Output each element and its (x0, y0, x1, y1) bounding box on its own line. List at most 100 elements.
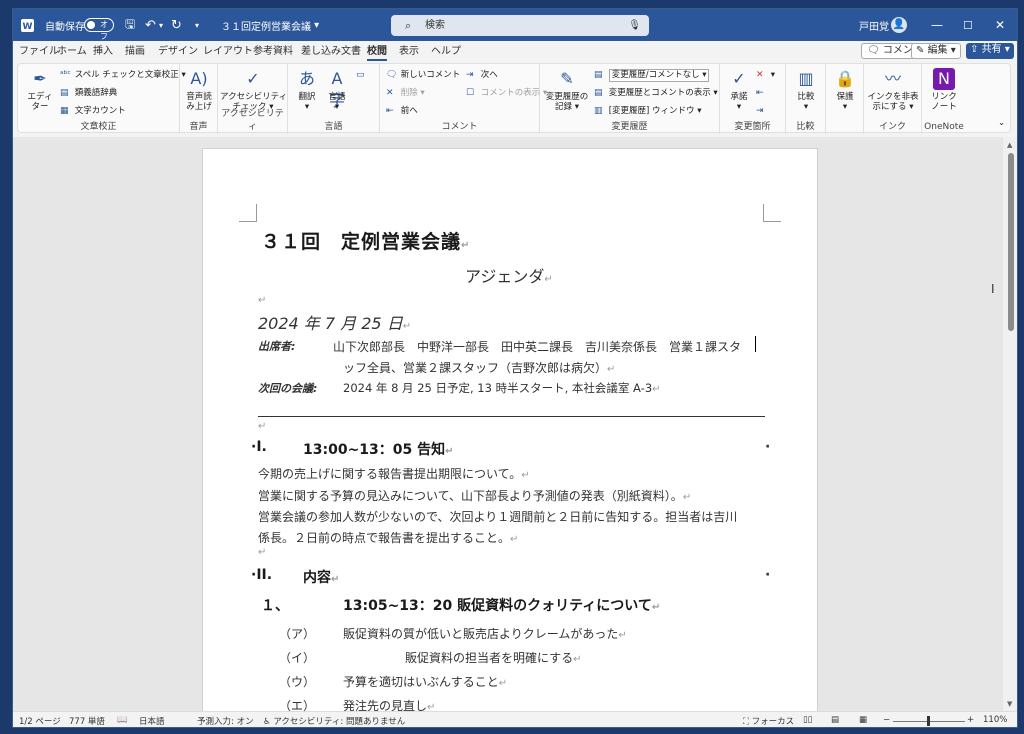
group-proofing: ✒ エディ ター ᵃᵇᶜ スペル チェックと文章校正 ▾ ▤ 類義語辞典 ▦ 文字… (18, 64, 186, 134)
accept-button[interactable]: ✓ 承諾 ▾ (724, 68, 754, 112)
editing-mode-button[interactable]: ✎ 編集 ▾ (911, 43, 961, 59)
word-window: W 自動保存 オフ 🖫 ↶ ▾ ↻ ▾ ３１回定例営業会議 ▾ ⌕ 検索 🎙 戸… (12, 8, 1018, 728)
previous-comment-button[interactable]: ⇤ 前へ (386, 104, 418, 118)
document-area: ３１回 定例営業会議↵ アジェンダ↵ ↵ 2024 年 7 月 25 日↵ 出席… (13, 137, 1003, 712)
user-name[interactable]: 戸田覚 (859, 9, 889, 41)
protect-button[interactable]: 🔒 保護 ▾ (830, 68, 860, 112)
editor-button[interactable]: ✒ エディ ター (22, 68, 58, 112)
show-markup-button[interactable]: ▤ 変更履歴とコメントの表示 ▾ (594, 86, 718, 100)
crop-mark (763, 204, 781, 222)
tab-layout[interactable]: レイアウト (203, 45, 253, 61)
delete-comment-button[interactable]: ✕ 削除 ▾ (386, 86, 425, 100)
undo-dropdown-icon[interactable]: ▾ (159, 9, 163, 41)
scroll-up-icon[interactable]: ▲ (1007, 141, 1012, 149)
web-layout-icon[interactable]: ▦ (859, 715, 867, 725)
reviewing-pane-button[interactable]: ▥ [変更履歴] ウィンドウ ▾ (594, 104, 702, 118)
word-count-button[interactable]: ▦ 文字カウント (60, 104, 126, 118)
word-count[interactable]: 777 単語 (69, 715, 105, 727)
linked-notes-button[interactable]: N リンク ノート (926, 68, 962, 112)
zoom-level[interactable]: 110% (983, 715, 1007, 725)
tab-design[interactable]: デザイン (158, 45, 198, 61)
next-change-icon[interactable]: ⇥ (756, 104, 768, 118)
scrollbar-thumb[interactable] (1008, 153, 1014, 331)
language-status[interactable]: 日本語 (139, 715, 165, 727)
read-mode-icon[interactable]: ▯▯ (803, 715, 812, 725)
compare-button[interactable]: ▥ 比較 ▾ (790, 68, 822, 112)
accessibility-status[interactable]: ♿ アクセシビリティ: 問題ありません (263, 715, 405, 727)
new-comment-button[interactable]: 🗨 新しいコメント (386, 68, 460, 82)
tab-references[interactable]: 参考資料 (253, 45, 293, 61)
print-layout-icon[interactable]: ▤ (831, 715, 839, 725)
group-label-changes: 変更箇所 (734, 122, 771, 132)
undo-icon[interactable]: ↶ (145, 9, 156, 41)
group-label-speech: 音声 (189, 122, 208, 132)
language-button[interactable]: A字 言語 ▾ (322, 68, 352, 112)
previous-change-icon[interactable]: ⇤ (756, 86, 768, 100)
hide-ink-button[interactable]: 〰インクを非表 示にする ▾ (866, 68, 920, 112)
subsection-heading: 13:05~13：20 販促資料のクォリティについて↵ (343, 598, 661, 614)
redo-icon[interactable]: ↻ (171, 9, 182, 41)
tab-file[interactable]: ファイル (19, 45, 59, 61)
group-label-accessibility: アクセシビリティ (221, 109, 284, 132)
zoom-out-icon[interactable]: − (883, 715, 890, 725)
next-comment-button[interactable]: ⇥ 次へ (466, 68, 498, 82)
reject-icon[interactable]: ✕ ▾ (756, 68, 775, 82)
focus-mode-button[interactable]: ⛶ フォーカス (743, 715, 794, 727)
share-button[interactable]: ⇪ 共有 ▾ (966, 43, 1014, 59)
proofing-status-icon[interactable]: 📖 (117, 715, 128, 725)
group-label-proofing: 文章校正 (80, 122, 117, 132)
doc-subtitle: アジェンダ↵ (465, 267, 553, 286)
attendees-line2: ッフ全員、営業２課スタッフ（吉野次郎は病欠）↵ (343, 361, 616, 375)
keep-marker: · (765, 567, 771, 583)
autosave-toggle[interactable]: オフ (84, 9, 114, 41)
item-mark: （イ） (279, 651, 316, 665)
scroll-down-icon[interactable]: ▼ (1007, 700, 1012, 708)
maximize-icon[interactable]: ☐ (963, 9, 973, 41)
crop-mark (239, 204, 257, 222)
translate-button[interactable]: あ翻訳 ▾ (292, 68, 322, 112)
tab-home[interactable]: ホーム (57, 45, 87, 61)
group-protect: 🔒 保護 ▾ (826, 64, 864, 134)
zoom-in-icon[interactable]: + (967, 715, 974, 725)
show-markup-icon: ▤ (594, 88, 603, 98)
tab-help[interactable]: ヘルプ (431, 45, 461, 61)
zoom-slider-thumb[interactable] (927, 716, 930, 726)
next-meeting-value: 2024 年 8 月 25 日予定, 13 時半スタート, 本社会議室 A-3↵ (343, 381, 661, 395)
ribbon: ✒ エディ ター ᵃᵇᶜ スペル チェックと文章校正 ▾ ▤ 類義語辞典 ▦ 文字… (17, 63, 1011, 134)
track-changes-button[interactable]: ✎ 変更履歴の 記録 ▾ (544, 68, 590, 112)
minimize-icon[interactable]: — (931, 9, 943, 41)
spelling-button[interactable]: ᵃᵇᶜ スペル チェックと文章校正 ▾ (60, 68, 186, 82)
vertical-scrollbar[interactable]: ▲ ▼ (1003, 137, 1017, 712)
show-comments-button[interactable]: ☐ コメントの表示 ▾ (466, 86, 547, 100)
close-icon[interactable]: ✕ (995, 9, 1005, 41)
thesaurus-button[interactable]: ▤ 類義語辞典 (60, 86, 117, 100)
customize-qat-icon[interactable]: ▾ (195, 9, 199, 41)
item-text: 発注先の見直し↵ (343, 699, 436, 712)
text-cursor (755, 336, 756, 352)
read-aloud-button[interactable]: A) 音声読 み上げ (182, 68, 216, 112)
tab-insert[interactable]: 挿入 (93, 45, 113, 61)
collapse-ribbon-icon[interactable]: ⌄ (998, 116, 1005, 130)
document-page[interactable]: ３１回 定例営業会議↵ アジェンダ↵ ↵ 2024 年 7 月 25 日↵ 出席… (202, 148, 818, 712)
text-prediction-status[interactable]: 予測入力: オン (197, 715, 254, 727)
section1-number: ·I. (251, 439, 267, 455)
microphone-icon[interactable]: 🎙 (628, 15, 641, 36)
save-icon[interactable]: 🖫 (125, 9, 135, 41)
tab-view[interactable]: 表示 (399, 45, 419, 61)
tab-review[interactable]: 校閲 (367, 45, 387, 61)
book-icon: ▤ (60, 88, 69, 98)
attendees-line1: 山下次郎部長 中野洋一部長 田中英二課長 吉川美奈係長 営業１課スタ (333, 340, 742, 354)
ruby-icon[interactable]: ▭ (356, 68, 368, 82)
tab-draw[interactable]: 描画 (125, 45, 145, 61)
search-box[interactable]: ⌕ 検索 🎙 (391, 9, 649, 41)
group-accessibility: ✓ アクセシビリティ チェック ▾ アクセシビリティ (218, 64, 288, 134)
tab-mailings[interactable]: 差し込み文書 (301, 45, 361, 61)
document-title[interactable]: ３１回定例営業会議 ▾ (221, 9, 319, 41)
markup-display-select[interactable]: ▤ 変更履歴/コメントなし ▾ (594, 68, 709, 82)
avatar[interactable]: 👤 (891, 9, 907, 41)
status-bar: 1/2 ページ 777 単語 📖 日本語 予測入力: オン ♿ アクセシビリティ… (13, 711, 1017, 727)
spellcheck-icon: ᵃᵇᶜ (60, 70, 71, 80)
ribbon-tabs: ファイル ホーム 挿入 描画 デザイン レイアウト 参考資料 差し込み文書 校閲… (13, 41, 1017, 63)
page-count[interactable]: 1/2 ページ (19, 715, 61, 727)
keep-marker: · (765, 439, 771, 455)
